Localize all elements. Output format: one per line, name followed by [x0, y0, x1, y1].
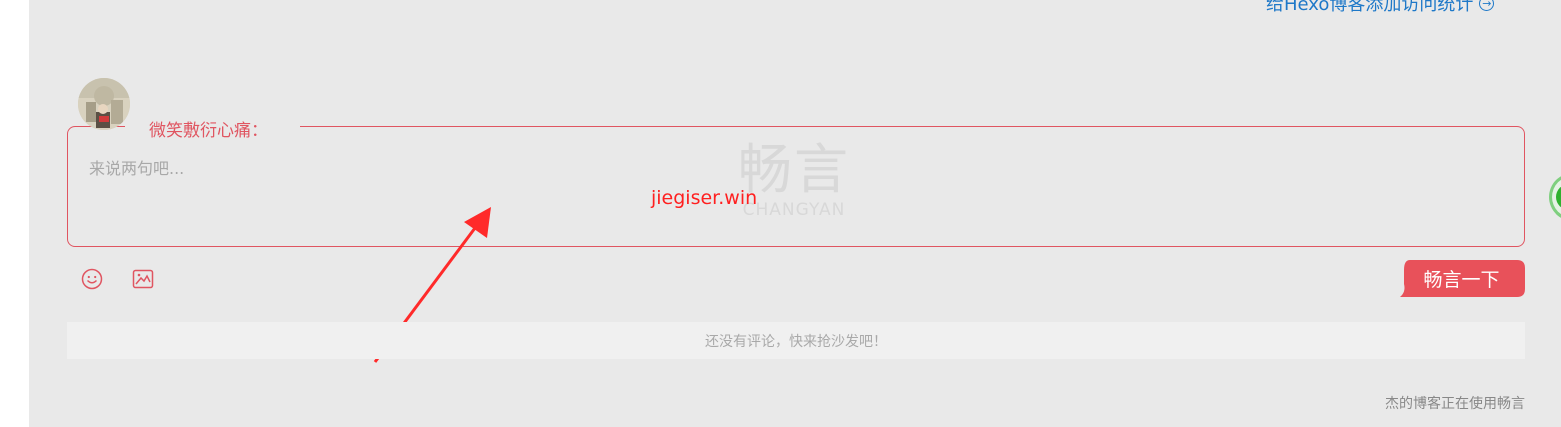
arrow-circle-right-icon: → [1479, 0, 1495, 11]
annotation-text: jiegiser.win [651, 187, 758, 209]
avatar[interactable] [78, 78, 130, 130]
submit-comment-label: 畅言一下 [1423, 269, 1500, 291]
empty-comments-text: 还没有评论，快来抢沙发吧！ [705, 333, 887, 350]
related-post-link[interactable]: 给Hexo博客添加访问统计 → [1266, 0, 1495, 16]
username: 微笑敷衍心痛： [143, 116, 274, 141]
image-icon[interactable] [132, 268, 154, 290]
powered-by-text: 杰的博客正在使用畅言 [1385, 396, 1525, 412]
empty-comments-message: 还没有评论，快来抢沙发吧！ [67, 322, 1525, 359]
emoji-icon[interactable] [81, 268, 103, 290]
submit-comment-button[interactable]: 畅言一下 [1398, 260, 1525, 297]
related-post-label: 给Hexo博客添加访问统计 [1266, 0, 1474, 15]
comment-placeholder: 来说两句吧... [89, 159, 185, 178]
